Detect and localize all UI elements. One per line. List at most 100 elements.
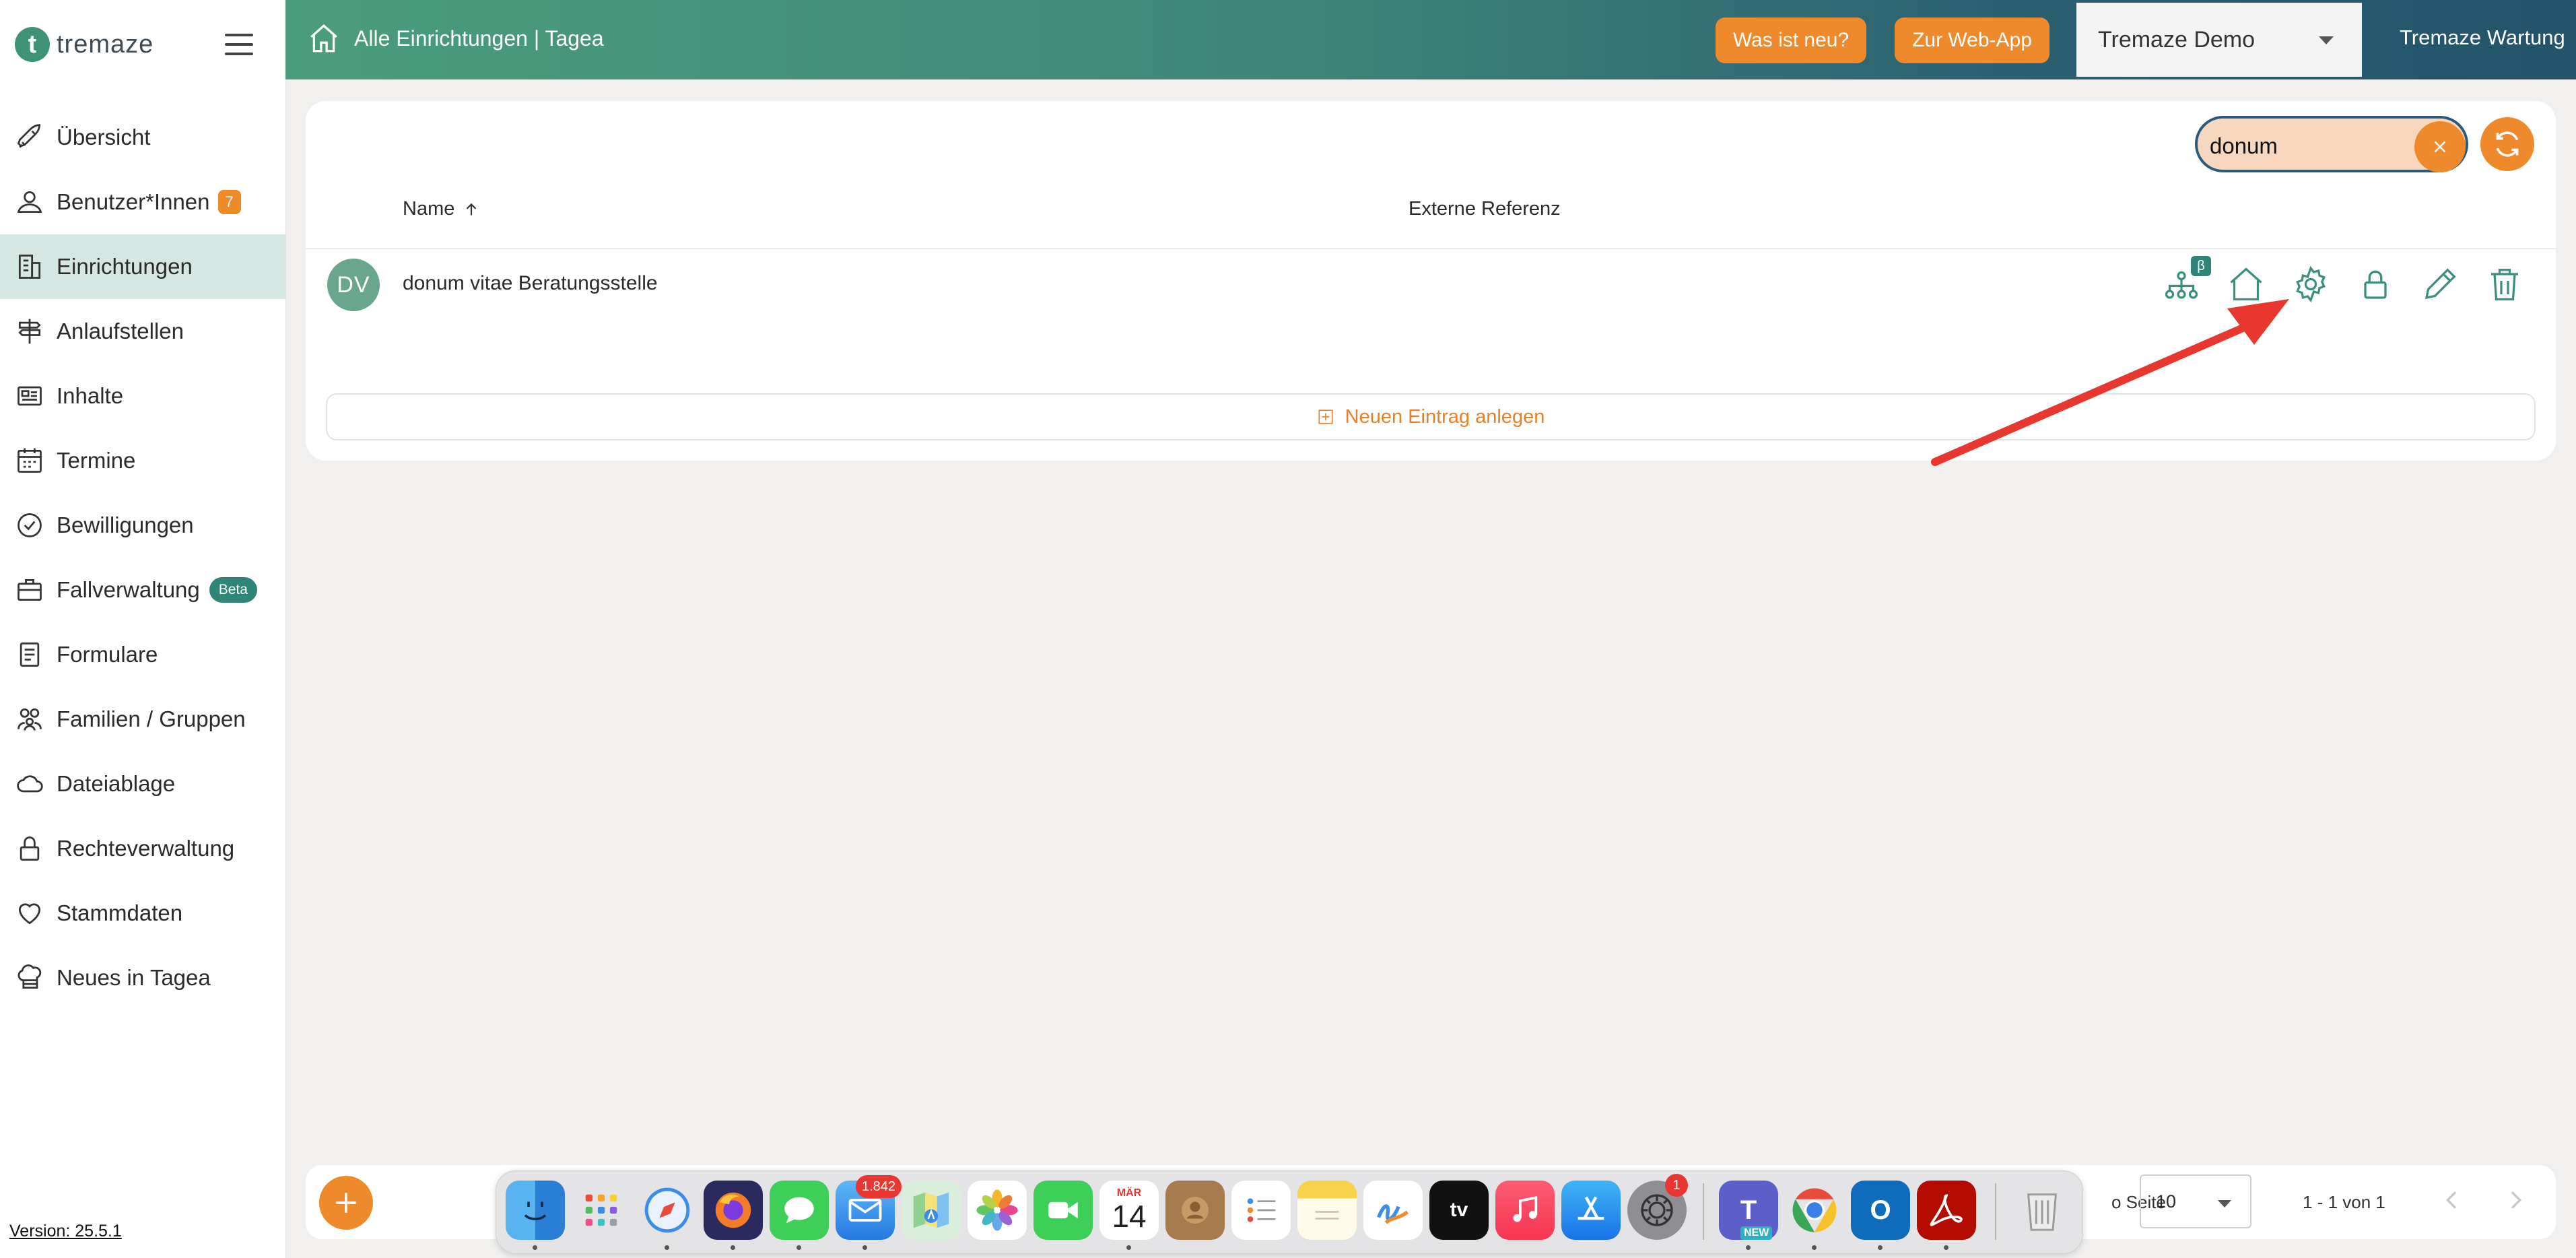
grid-icon <box>585 1194 617 1226</box>
sidebar-item-rechteverwaltung[interactable]: Rechteverwaltung <box>0 816 285 881</box>
running-indicator <box>1812 1245 1817 1250</box>
home-icon <box>2230 267 2262 301</box>
add-fab-button[interactable] <box>319 1176 373 1230</box>
dock-launchpad-icon[interactable] <box>572 1181 631 1240</box>
gear-icon <box>2296 265 2326 303</box>
refresh-icon <box>2496 131 2519 157</box>
table-row[interactable]: DV donum vitae Beratungsstelle β <box>306 249 2556 319</box>
dock-freeform-icon[interactable] <box>1363 1181 1423 1240</box>
group-icon <box>18 708 42 731</box>
dock-facetime-icon[interactable] <box>1033 1181 1093 1240</box>
menu-toggle-icon[interactable] <box>225 32 253 57</box>
rocket-icon <box>17 124 41 148</box>
dock-trash-icon[interactable] <box>2012 1181 2072 1240</box>
version-link[interactable]: Version: 25.5.1 <box>9 1222 122 1241</box>
dock-calendar-icon[interactable]: MÄR 14 <box>1099 1181 1159 1240</box>
clear-search-button[interactable] <box>2414 121 2466 172</box>
user-icon <box>17 191 42 213</box>
sidebar-item-label: Termine <box>57 448 136 473</box>
search-field[interactable] <box>2195 116 2468 172</box>
sidebar-item-dateiablage[interactable]: Dateiablage <box>0 752 285 816</box>
running-indicator <box>731 1245 735 1250</box>
checklist-icon <box>1247 1198 1276 1222</box>
edit-button[interactable] <box>2420 264 2460 304</box>
dock-tv-icon[interactable]: tv <box>1429 1181 1489 1240</box>
dock-notes-icon[interactable] <box>1297 1181 1357 1240</box>
dock-acrobat-icon[interactable] <box>1917 1181 1976 1240</box>
maintenance-link[interactable]: Tremaze Wartung <box>2400 26 2565 50</box>
form-icon <box>20 642 40 667</box>
pencil-icon <box>2425 268 2456 300</box>
sidebar-item-fallverwaltung[interactable]: Fallverwaltung Beta <box>0 558 285 622</box>
trash-can-icon <box>2027 1193 2058 1231</box>
whats-new-button[interactable]: Was ist neu? <box>1716 18 1866 63</box>
teams-new-tag: NEW <box>1740 1226 1773 1240</box>
new-entry-button[interactable]: Neuen Eintrag anlegen <box>326 393 2536 440</box>
dock-contacts-icon[interactable] <box>1165 1181 1225 1240</box>
chrome-icon <box>1792 1188 1837 1232</box>
running-indicator <box>862 1245 867 1250</box>
notepad-icon <box>1315 1211 1339 1220</box>
dock-maps-icon[interactable] <box>902 1181 961 1240</box>
sidebar-item-label: Übersicht <box>57 125 151 150</box>
column-header-label: Name <box>403 198 455 220</box>
sidebar-item-familien[interactable]: Familien / Gruppen <box>0 687 285 752</box>
dock-reminders-icon[interactable] <box>1231 1181 1291 1240</box>
dock-safari-icon[interactable] <box>638 1181 697 1240</box>
speech-bubble-icon <box>784 1197 814 1224</box>
refresh-button[interactable] <box>2480 117 2534 171</box>
dock-firefox-icon[interactable] <box>704 1181 763 1240</box>
close-icon <box>2434 141 2446 153</box>
mail-unread-badge: 1.842 <box>856 1175 902 1198</box>
lock-icon <box>20 836 40 861</box>
dock-finder-icon[interactable] <box>506 1181 565 1240</box>
flower-icon <box>976 1189 1018 1231</box>
music-note-icon <box>1513 1196 1538 1222</box>
app-logo[interactable]: t tremaze <box>15 27 154 62</box>
column-header-name[interactable]: Name <box>403 198 480 220</box>
plus-icon <box>336 1193 356 1213</box>
dock-outlook-icon[interactable]: O <box>1851 1181 1910 1240</box>
newspaper-icon <box>18 386 42 406</box>
chevron-down-icon <box>2319 36 2334 44</box>
dock-chrome-icon[interactable] <box>1785 1181 1844 1240</box>
home-button[interactable] <box>2226 264 2266 304</box>
macos-dock: 1.842 MÄR 14 tv 1 T NEW O <box>496 1170 2083 1254</box>
per-page-select[interactable]: 10 <box>2140 1174 2251 1228</box>
column-header-external-ref[interactable]: Externe Referenz <box>1409 198 1561 220</box>
briefcase-icon <box>18 578 42 601</box>
sidebar-item-termine[interactable]: Termine <box>0 428 285 493</box>
settings-button[interactable] <box>2291 264 2331 304</box>
dock-separator <box>1703 1183 1704 1240</box>
sidebar-item-formulare[interactable]: Formulare <box>0 622 285 687</box>
sidebar-item-stammdaten[interactable]: Stammdaten <box>0 881 285 946</box>
next-page-button[interactable] <box>2502 1187 2529 1214</box>
delete-button[interactable] <box>2484 264 2525 304</box>
dock-messages-icon[interactable] <box>770 1181 829 1240</box>
acrobat-icon <box>1930 1194 1963 1226</box>
sidebar-item-benutzer[interactable]: Benutzer*Innen 7 <box>0 170 285 234</box>
running-indicator <box>665 1245 669 1250</box>
dock-appstore-icon[interactable] <box>1561 1181 1621 1240</box>
running-indicator <box>1878 1245 1883 1250</box>
sidebar-item-inhalte[interactable]: Inhalte <box>0 364 285 428</box>
video-camera-icon <box>1048 1201 1078 1219</box>
dock-music-icon[interactable] <box>1495 1181 1555 1240</box>
chevron-left-icon <box>2445 1191 2457 1209</box>
search-input[interactable] <box>2208 127 2413 166</box>
sidebar-item-einrichtungen[interactable]: Einrichtungen <box>0 234 285 299</box>
sidebar-item-bewilligungen[interactable]: Bewilligungen <box>0 493 285 558</box>
breadcrumb[interactable]: Alle Einrichtungen | Tagea <box>307 22 604 55</box>
running-indicator <box>1126 1245 1131 1250</box>
web-app-button[interactable]: Zur Web-App <box>1895 18 2049 63</box>
sidebar-item-uebersicht[interactable]: Übersicht <box>0 105 285 170</box>
institutions-card: Name Externe Referenz DV donum vitae Ber… <box>306 101 2556 461</box>
previous-page-button[interactable] <box>2439 1187 2466 1214</box>
sidebar-item-anlaufstellen[interactable]: Anlaufstellen <box>0 299 285 364</box>
sidebar-item-neues[interactable]: Neues in Tagea <box>0 946 285 1010</box>
tenant-select[interactable]: Tremaze Demo <box>2076 3 2362 77</box>
permissions-button[interactable] <box>2355 264 2396 304</box>
trash-icon <box>2491 269 2518 301</box>
dock-photos-icon[interactable] <box>968 1181 1027 1240</box>
firefox-icon <box>715 1192 751 1228</box>
